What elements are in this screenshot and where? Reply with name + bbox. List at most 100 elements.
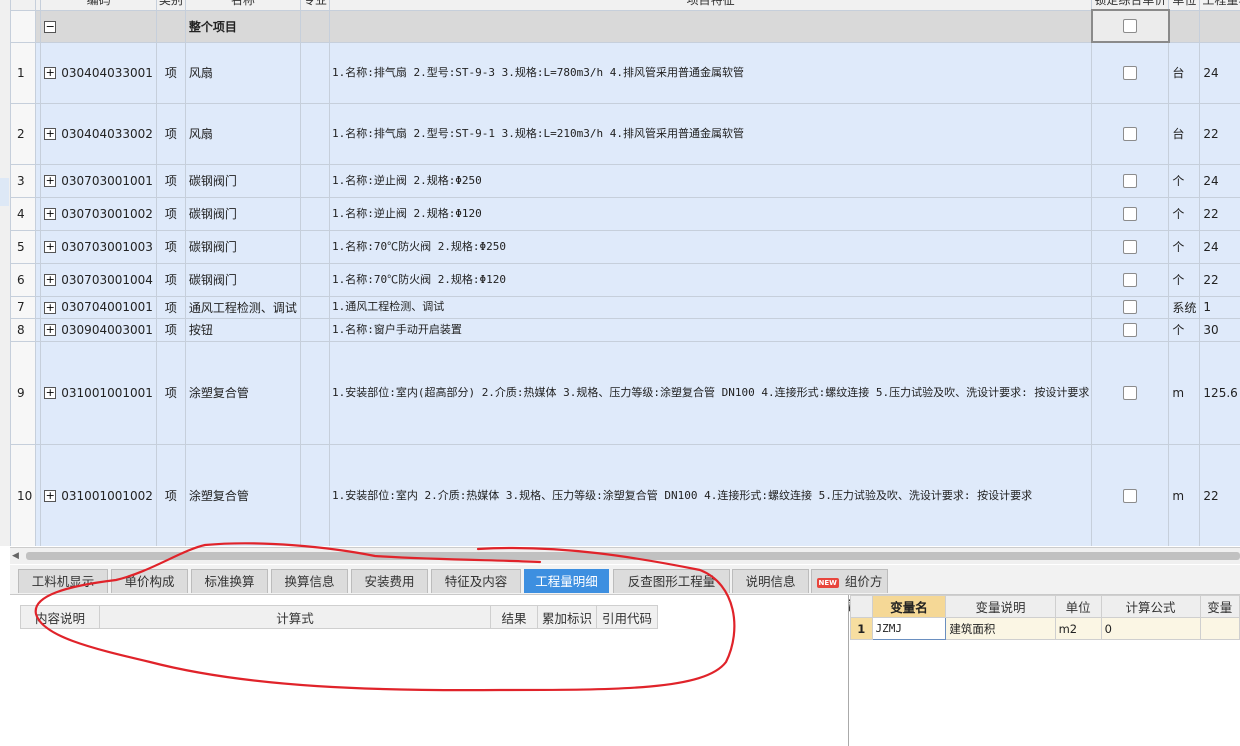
expand-icon[interactable]: +: [44, 241, 57, 253]
item-type[interactable]: 项: [155, 317, 186, 342]
item-major[interactable]: [299, 196, 330, 231]
tab-material-machine[interactable]: 工料机显示: [18, 569, 108, 593]
item-lock-cell[interactable]: [1091, 196, 1170, 231]
item-major[interactable]: [299, 443, 330, 546]
item-features[interactable]: 1.安装部位:室内 2.介质:热媒体 3.规格、压力等级:涂塑复合管 DN100…: [328, 443, 1093, 546]
item-name[interactable]: 风扇: [184, 41, 301, 104]
item-code-cell[interactable]: +030703001004: [40, 262, 157, 297]
item-major[interactable]: [299, 163, 330, 198]
item-major[interactable]: [299, 41, 330, 104]
lock-checkbox[interactable]: [1123, 322, 1138, 337]
bill-of-quantities-grid[interactable]: 编码类别名称专业项目特征锁定综合单价单位工程量表达式工程量单价合价综合 − 整个项目…: [10, 0, 1240, 546]
bill-item-row[interactable]: 9 +031001001001 项涂塑复合管 1.安装部位:室内(超高部分) 2.介质…: [10, 340, 1240, 445]
item-type[interactable]: 项: [155, 443, 186, 546]
item-type[interactable]: 项: [155, 340, 186, 445]
item-features[interactable]: 1.名称:排气扇 2.型号:ST-9-1 3.规格:L=210m3/h 4.排风…: [328, 102, 1093, 165]
scrollbar-thumb[interactable]: [26, 552, 1240, 560]
item-qty-expression[interactable]: 1: [1199, 295, 1240, 319]
col-variable-name[interactable]: 变量名: [871, 595, 947, 618]
expand-icon[interactable]: +: [44, 274, 57, 286]
item-qty-expression[interactable]: 22: [1199, 262, 1240, 297]
item-code-cell[interactable]: +030704001001: [40, 295, 157, 319]
item-qty-expression[interactable]: 22: [1199, 443, 1240, 546]
expand-icon[interactable]: +: [44, 490, 57, 502]
col-header-type[interactable]: 类别: [155, 0, 186, 11]
item-name[interactable]: 涂塑复合管: [184, 340, 301, 445]
item-code-cell[interactable]: +030703001001: [40, 163, 157, 198]
tab-conversion-info[interactable]: 换算信息: [271, 569, 348, 593]
expand-icon[interactable]: +: [44, 324, 57, 336]
item-features[interactable]: 1.通风工程检测、调试: [328, 295, 1093, 319]
col-header-features[interactable]: 项目特征: [328, 0, 1093, 11]
item-unit[interactable]: 台: [1168, 102, 1201, 165]
variable-desc-cell[interactable]: 建筑面积: [945, 617, 1056, 640]
item-type[interactable]: 项: [155, 262, 186, 297]
lock-checkbox[interactable]: [1123, 66, 1138, 80]
root-row[interactable]: − 整个项目: [10, 9, 1240, 43]
bill-item-row[interactable]: 5 +030703001003 项碳钢阀门 1.名称:70℃防火阀 2.规格:Φ250…: [10, 229, 1240, 264]
tab-quantity-detail[interactable]: 工程量明细: [524, 569, 609, 593]
col-accumulate-flag[interactable]: 累加标识: [537, 605, 597, 629]
item-lock-cell[interactable]: [1091, 41, 1170, 104]
col-variable-more[interactable]: 变量: [1199, 595, 1240, 618]
expand-icon[interactable]: +: [44, 128, 57, 140]
item-lock-cell[interactable]: [1091, 102, 1170, 165]
collapse-icon[interactable]: −: [44, 20, 57, 33]
item-qty-expression[interactable]: 125.6: [1199, 340, 1240, 445]
item-features[interactable]: 1.安装部位:室内(超高部分) 2.介质:热媒体 3.规格、压力等级:涂塑复合管…: [328, 340, 1093, 445]
item-unit[interactable]: m: [1168, 443, 1201, 546]
lock-checkbox[interactable]: [1123, 126, 1138, 141]
item-features[interactable]: 1.名称:逆止阀 2.规格:Φ120: [328, 196, 1093, 231]
lock-checkbox[interactable]: [1123, 173, 1138, 188]
lock-checkbox[interactable]: [1123, 272, 1138, 287]
col-variable-formula[interactable]: 计算公式: [1100, 595, 1201, 618]
item-name[interactable]: 碳钢阀门: [184, 262, 301, 297]
lock-checkbox[interactable]: [1123, 300, 1138, 315]
item-type[interactable]: 项: [155, 41, 186, 104]
item-lock-cell[interactable]: [1091, 262, 1170, 297]
variable-formula-cell[interactable]: 0: [1100, 617, 1201, 640]
bill-item-row[interactable]: 8+030904003001项按钮1.名称:窗户手动开启装置个3030: [10, 317, 1240, 342]
tab-features-content[interactable]: 特征及内容: [431, 569, 521, 593]
lock-checkbox[interactable]: [1123, 19, 1138, 34]
item-features[interactable]: 1.名称:70℃防火阀 2.规格:Φ250: [328, 229, 1093, 264]
item-code-cell[interactable]: +030404033001: [40, 41, 157, 104]
col-result[interactable]: 结果: [490, 605, 538, 629]
col-header-qty-expression[interactable]: 工程量表达式: [1199, 0, 1240, 11]
col-header-code[interactable]: 编码: [40, 0, 157, 11]
item-type[interactable]: 项: [155, 102, 186, 165]
col-variable-unit[interactable]: 单位: [1054, 595, 1102, 618]
item-code-cell[interactable]: +030904003001: [40, 317, 157, 342]
item-code-cell[interactable]: +030404033002: [40, 102, 157, 165]
item-features[interactable]: 1.名称:窗户手动开启装置: [328, 317, 1093, 342]
item-major[interactable]: [299, 340, 330, 445]
item-type[interactable]: 项: [155, 229, 186, 264]
item-lock-cell[interactable]: [1091, 443, 1170, 546]
lock-checkbox[interactable]: [1123, 239, 1138, 254]
item-unit[interactable]: 台: [1168, 41, 1201, 104]
item-name[interactable]: 涂塑复合管: [184, 443, 301, 546]
item-name[interactable]: 通风工程检测、调试: [184, 295, 301, 319]
expand-icon[interactable]: +: [44, 67, 57, 79]
lock-checkbox[interactable]: [1123, 385, 1138, 400]
item-qty-expression[interactable]: 30: [1199, 317, 1240, 342]
item-lock-cell[interactable]: [1091, 229, 1170, 264]
bill-item-row[interactable]: 4 +030703001002 项碳钢阀门 1.名称:逆止阀 2.规格:Φ120 个 22…: [10, 196, 1240, 231]
item-name[interactable]: 按钮: [184, 317, 301, 342]
horizontal-scrollbar[interactable]: ◀: [10, 547, 1240, 564]
item-features[interactable]: 1.名称:逆止阀 2.规格:Φ250: [328, 163, 1093, 198]
item-type[interactable]: 项: [155, 196, 186, 231]
item-lock-cell[interactable]: [1091, 317, 1170, 342]
item-qty-expression[interactable]: 22: [1199, 102, 1240, 165]
item-major[interactable]: [299, 317, 330, 342]
item-name[interactable]: 碳钢阀门: [184, 196, 301, 231]
item-major[interactable]: [299, 229, 330, 264]
item-unit[interactable]: m: [1168, 340, 1201, 445]
item-unit[interactable]: 个: [1168, 229, 1201, 264]
item-qty-expression[interactable]: 24: [1199, 163, 1240, 198]
item-code-cell[interactable]: +030703001002: [40, 196, 157, 231]
scroll-left-icon[interactable]: ◀: [12, 551, 19, 561]
bill-item-row[interactable]: 6 +030703001004 项碳钢阀门 1.名称:70℃防火阀 2.规格:Φ120…: [10, 262, 1240, 297]
item-code-cell[interactable]: +031001001002: [40, 443, 157, 546]
item-major[interactable]: [299, 262, 330, 297]
